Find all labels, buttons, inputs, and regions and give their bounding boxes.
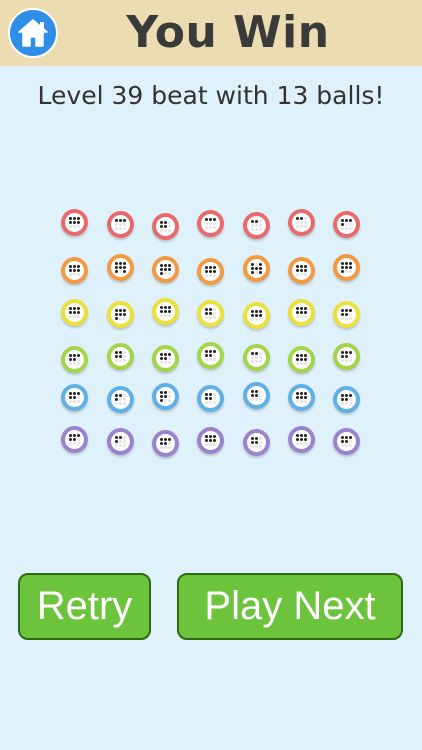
game-ball xyxy=(288,257,315,284)
level-result-text: Level 39 beat with 13 balls! xyxy=(37,81,385,110)
game-ball xyxy=(152,383,179,410)
game-ball xyxy=(243,302,270,329)
game-ball xyxy=(152,213,179,240)
game-ball xyxy=(61,257,88,284)
play-next-button[interactable]: Play Next xyxy=(177,573,403,640)
game-ball xyxy=(333,428,360,455)
game-ball xyxy=(107,386,134,413)
game-ball xyxy=(197,385,224,412)
game-ball xyxy=(197,427,224,454)
game-ball xyxy=(107,254,134,281)
game-ball xyxy=(288,299,315,326)
header-bar: You Win xyxy=(0,0,422,66)
game-ball xyxy=(288,346,315,373)
home-button[interactable] xyxy=(8,8,58,58)
game-ball xyxy=(61,384,88,411)
game-ball xyxy=(288,426,315,453)
game-ball xyxy=(107,301,134,328)
game-ball xyxy=(152,430,179,457)
game-ball xyxy=(197,300,224,327)
game-ball xyxy=(197,258,224,285)
game-ball xyxy=(333,343,360,370)
game-ball xyxy=(243,255,270,282)
game-ball xyxy=(152,345,179,372)
game-ball xyxy=(243,429,270,456)
game-ball xyxy=(152,298,179,325)
game-ball xyxy=(333,211,360,238)
game-ball xyxy=(61,209,88,236)
retry-button[interactable]: Retry xyxy=(18,573,151,640)
game-ball xyxy=(197,342,224,369)
game-ball xyxy=(288,209,315,236)
game-ball xyxy=(61,426,88,453)
game-ball xyxy=(333,301,360,328)
game-ball xyxy=(333,254,360,281)
game-ball xyxy=(107,211,134,238)
game-ball xyxy=(107,428,134,455)
game-ball xyxy=(197,210,224,237)
game-ball xyxy=(243,382,270,409)
game-ball xyxy=(243,344,270,371)
game-ball xyxy=(61,299,88,326)
page-title: You Win xyxy=(126,7,330,58)
game-ball xyxy=(243,212,270,239)
home-icon xyxy=(18,19,48,47)
game-ball xyxy=(61,346,88,373)
game-ball xyxy=(333,386,360,413)
game-ball xyxy=(288,384,315,411)
game-ball xyxy=(152,256,179,283)
game-ball xyxy=(107,343,134,370)
